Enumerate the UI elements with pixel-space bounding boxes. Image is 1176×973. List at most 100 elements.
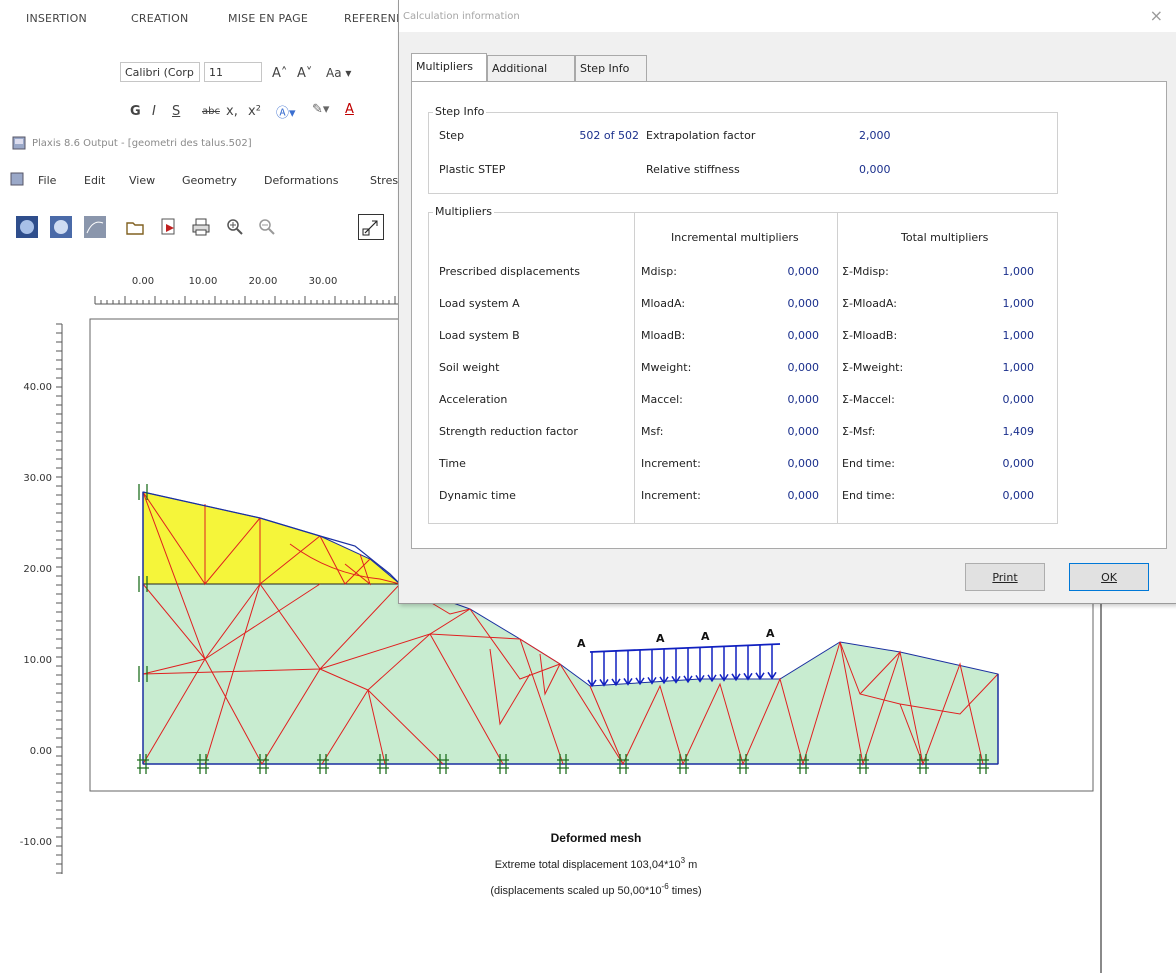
select-arrow-icon[interactable] xyxy=(358,214,384,240)
row-label: Load system B xyxy=(439,329,520,342)
dialog-titlebar: Calculation information × xyxy=(399,0,1176,32)
y-tick-label: 20.00 xyxy=(23,564,52,575)
menu-file[interactable]: File xyxy=(38,174,56,187)
calculation-program-icon[interactable] xyxy=(48,214,74,240)
tab-multipliers-label: Multipliers xyxy=(416,60,474,73)
text-effects-icon[interactable]: Ⓐ▾ xyxy=(276,102,296,121)
tab-multipliers[interactable]: Multipliers xyxy=(411,53,487,81)
y-tick-label: 30.00 xyxy=(23,473,52,484)
load-arrow xyxy=(611,650,621,687)
shrink-font-icon[interactable]: A˅ xyxy=(297,66,312,81)
highlight-icon[interactable]: ✎▾ xyxy=(312,102,329,117)
menu-edit[interactable]: Edit xyxy=(84,174,105,187)
total-value: 1,000 xyxy=(1002,329,1035,342)
incremental-name: MloadA: xyxy=(641,297,686,310)
curves-program-icon[interactable] xyxy=(82,214,108,240)
menu-stresses[interactable]: Stres xyxy=(370,174,398,187)
load-label-1: A xyxy=(577,637,586,650)
load-arrow xyxy=(659,648,669,685)
total-value: 1,000 xyxy=(1002,265,1035,278)
load-arrow xyxy=(767,644,777,680)
incremental-value: 0,000 xyxy=(787,297,820,310)
total-value: 1,409 xyxy=(1002,425,1035,438)
load-arrow xyxy=(719,646,729,682)
load-arrow xyxy=(635,649,645,686)
extrapolation-factor-value: 2,000 xyxy=(859,129,891,142)
total-value: 1,000 xyxy=(1002,361,1035,374)
multipliers-group: Multipliers Incremental multipliers Tota… xyxy=(428,205,1058,524)
tab-step-info[interactable]: Step Info xyxy=(575,55,647,81)
row-label: Strength reduction factor xyxy=(439,425,578,438)
multipliers-tab-panel: Step Info Step 502 of 502 Extrapolation … xyxy=(411,81,1167,549)
y-tick-label: 10.00 xyxy=(23,655,52,666)
total-value: 0,000 xyxy=(1002,457,1035,470)
total-name: Σ-Msf: xyxy=(842,425,876,438)
step-value: 502 of 502 xyxy=(579,129,639,142)
load-arrow xyxy=(743,645,753,681)
row-label: Soil weight xyxy=(439,361,500,374)
total-name: End time: xyxy=(842,457,895,470)
x-tick-label: 0.00 xyxy=(132,276,154,287)
load-arrow xyxy=(647,649,657,685)
export-icon[interactable] xyxy=(156,214,182,240)
zoom-out-icon[interactable] xyxy=(254,214,280,240)
tab-additional-info[interactable]: Additional Info xyxy=(487,55,575,101)
column-separator-1 xyxy=(634,213,635,523)
horizontal-ruler: 0.00 10.00 20.00 30.00 xyxy=(94,276,400,305)
strikethrough-button[interactable]: abc xyxy=(202,106,220,117)
open-file-icon[interactable] xyxy=(122,214,148,240)
font-name-select[interactable]: Calibri (Corp xyxy=(120,62,200,82)
print-icon[interactable] xyxy=(188,214,214,240)
ok-button[interactable]: OK xyxy=(1069,563,1149,591)
load-arrow xyxy=(587,651,597,688)
incremental-name: Maccel: xyxy=(641,393,683,406)
total-value: 0,000 xyxy=(1002,489,1035,502)
zoom-in-icon[interactable] xyxy=(222,214,248,240)
incremental-name: MloadB: xyxy=(641,329,686,342)
close-icon[interactable]: × xyxy=(1150,6,1163,25)
load-arrow xyxy=(683,647,693,684)
plot-caption-line2: (displacements scaled up 50,00*10-6 time… xyxy=(490,882,701,897)
ribbon-tab-references[interactable]: REFERENI xyxy=(344,12,400,25)
word-ribbon-body: Calibri (Corp 11 A˄ A˅ Aa ▾ G I S abc x,… xyxy=(0,38,400,130)
subscript-button[interactable]: x, xyxy=(226,104,238,119)
ok-button-label: OK xyxy=(1101,570,1117,584)
menu-geometry[interactable]: Geometry xyxy=(182,174,237,187)
plaxis-doc-icon[interactable] xyxy=(10,172,24,186)
font-name-value: Calibri (Corp xyxy=(125,66,194,79)
incremental-value: 0,000 xyxy=(787,393,820,406)
italic-button[interactable]: I xyxy=(152,104,156,119)
underline-button[interactable]: S xyxy=(172,104,180,119)
ribbon-tab-creation[interactable]: CREATION xyxy=(131,12,188,25)
change-case-icon[interactable]: Aa ▾ xyxy=(326,66,351,80)
row-label: Acceleration xyxy=(439,393,508,406)
bold-button[interactable]: G xyxy=(130,104,141,119)
load-arrow xyxy=(707,646,717,683)
plaxis-menubar: File Edit View Geometry Deformations Str… xyxy=(0,158,400,196)
ribbon-tab-insertion[interactable]: INSERTION xyxy=(26,12,87,25)
grow-font-icon[interactable]: A˄ xyxy=(272,66,287,81)
tab-step-info-label: Step Info xyxy=(580,62,630,75)
font-color-icon[interactable]: A xyxy=(345,102,354,117)
input-program-icon[interactable] xyxy=(14,214,40,240)
font-size-select[interactable]: 11 xyxy=(204,62,262,82)
print-button[interactable]: Print xyxy=(965,563,1045,591)
menu-view[interactable]: View xyxy=(129,174,155,187)
menu-deformations[interactable]: Deformations xyxy=(264,174,338,187)
superscript-button[interactable]: x² xyxy=(248,104,261,119)
incremental-name: Increment: xyxy=(641,489,701,502)
load-arrow xyxy=(731,645,741,682)
lower-soil-cluster xyxy=(142,583,999,765)
incremental-value: 0,000 xyxy=(787,425,820,438)
step-label: Step xyxy=(439,129,465,142)
relative-stiffness-value: 0,000 xyxy=(859,163,891,176)
extrapolation-factor-label: Extrapolation factor xyxy=(646,129,756,142)
incremental-name: Mdisp: xyxy=(641,265,677,278)
ribbon-tab-mise-en-page[interactable]: MISE EN PAGE xyxy=(228,12,308,25)
total-value: 0,000 xyxy=(1002,393,1035,406)
incremental-value: 0,000 xyxy=(787,489,820,502)
load-arrow xyxy=(695,647,705,683)
row-label: Dynamic time xyxy=(439,489,516,502)
load-arrow xyxy=(623,650,633,686)
relative-stiffness-label: Relative stiffness xyxy=(646,163,740,176)
